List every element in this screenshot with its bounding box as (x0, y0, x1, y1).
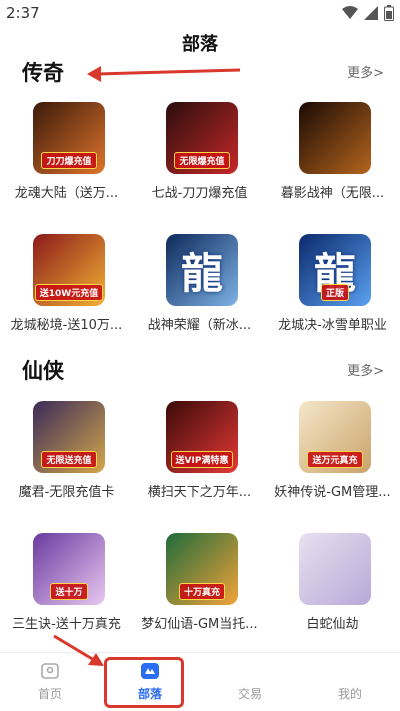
section-title: 仙侠 (22, 359, 64, 383)
game-thumbnail[interactable]: 刀刀爆充值 (33, 102, 105, 174)
game-name[interactable]: 白蛇仙劫 (266, 613, 399, 632)
status-bar: 2:37 (0, 0, 400, 28)
game-item[interactable]: 无限爆充值七战-刀刀爆充值 (133, 102, 266, 222)
game-item[interactable]: 送10W元充值龙城秘境-送10万... (0, 234, 133, 354)
game-thumbnail[interactable]: 送万元真充 (299, 401, 371, 473)
game-badge: 送万元真充 (307, 451, 363, 468)
game-name[interactable]: 魔君-无限充值卡 (0, 481, 133, 500)
game-item[interactable]: 送VIP满特惠横扫天下之万年... (133, 401, 266, 521)
game-name[interactable]: 龙城秘境-送10万... (0, 314, 133, 333)
thumbnail-art: 龍 (180, 249, 223, 298)
game-badge: 送10W元充值 (34, 284, 104, 301)
nav-item-profile[interactable]: 我的 (300, 653, 400, 711)
nav-label: 我的 (337, 687, 362, 701)
tribe-icon (141, 663, 159, 679)
game-name[interactable]: 暮影战神（无限... (266, 182, 399, 201)
game-thumbnail[interactable]: 龍正版 (299, 234, 371, 306)
section-title: 传奇 (22, 61, 64, 85)
page-title: 部落 (182, 34, 218, 55)
game-item[interactable]: 龍战神荣耀（新冰... (133, 234, 266, 354)
game-item[interactable]: 无限送充值魔君-无限充值卡 (0, 401, 133, 521)
game-badge: 送十万 (50, 583, 88, 600)
more-link[interactable]: 更多> (347, 62, 384, 81)
game-item[interactable]: 送十万三生诀-送十万真充 (0, 533, 133, 653)
game-thumbnail[interactable]: 十万真充 (166, 533, 238, 605)
game-thumbnail[interactable] (299, 533, 371, 605)
game-item[interactable]: 刀刀爆充值龙魂大陆（送万... (0, 102, 133, 222)
game-thumbnail[interactable]: 无限爆充值 (166, 102, 238, 174)
bottom-nav: 首页 部落 交易 我的 (0, 652, 400, 711)
home-icon (41, 663, 59, 679)
game-thumbnail[interactable]: 送十万 (33, 533, 105, 605)
game-name[interactable]: 三生诀-送十万真充 (0, 613, 133, 632)
game-thumbnail[interactable]: 送10W元充值 (33, 234, 105, 306)
nav-item-tribe[interactable]: 部落 (100, 653, 200, 711)
game-badge: 刀刀爆充值 (41, 152, 97, 169)
game-item[interactable]: 暮影战神（无限... (266, 102, 399, 222)
nav-label: 交易 (237, 687, 262, 701)
status-icons (342, 5, 394, 21)
nav-item-home[interactable]: 首页 (0, 653, 100, 711)
game-item[interactable]: 十万真充梦幻仙语-GM当托... (133, 533, 266, 653)
game-thumbnail[interactable]: 送VIP满特惠 (166, 401, 238, 473)
game-name[interactable]: 梦幻仙语-GM当托... (133, 613, 266, 632)
game-item[interactable]: 送万元真充妖神传说-GM管理... (266, 401, 399, 521)
game-item[interactable]: 龍正版龙城决-冰雪单职业 (266, 234, 399, 354)
game-name[interactable]: 战神荣耀（新冰... (133, 314, 266, 333)
game-name[interactable]: 妖神传说-GM管理... (266, 481, 399, 500)
game-thumbnail[interactable]: 无限送充值 (33, 401, 105, 473)
section-header-xianxia: 仙侠 更多> (0, 355, 400, 385)
game-badge: 正版 (320, 284, 349, 301)
game-badge: 无限爆充值 (174, 152, 230, 169)
game-name[interactable]: 龙城决-冰雪单职业 (266, 314, 399, 333)
nav-item-trade[interactable]: 交易 (200, 653, 300, 711)
game-name[interactable]: 七战-刀刀爆充值 (133, 182, 266, 201)
signal-icon (364, 6, 378, 20)
game-badge: 送VIP满特惠 (170, 451, 234, 468)
game-thumbnail[interactable] (299, 102, 371, 174)
section-header-legend: 传奇 更多> (0, 57, 400, 87)
game-thumbnail[interactable]: 龍 (166, 234, 238, 306)
nav-label: 首页 (37, 687, 62, 701)
game-name[interactable]: 龙魂大陆（送万... (0, 182, 133, 201)
game-badge: 无限送充值 (41, 451, 97, 468)
wifi-icon (342, 6, 358, 19)
nav-label: 部落 (137, 687, 162, 701)
status-time: 2:37 (6, 4, 40, 22)
game-badge: 十万真充 (178, 583, 225, 600)
game-item[interactable]: 白蛇仙劫 (266, 533, 399, 653)
game-name[interactable]: 横扫天下之万年... (133, 481, 266, 500)
more-link[interactable]: 更多> (347, 360, 384, 379)
battery-icon (384, 5, 394, 21)
